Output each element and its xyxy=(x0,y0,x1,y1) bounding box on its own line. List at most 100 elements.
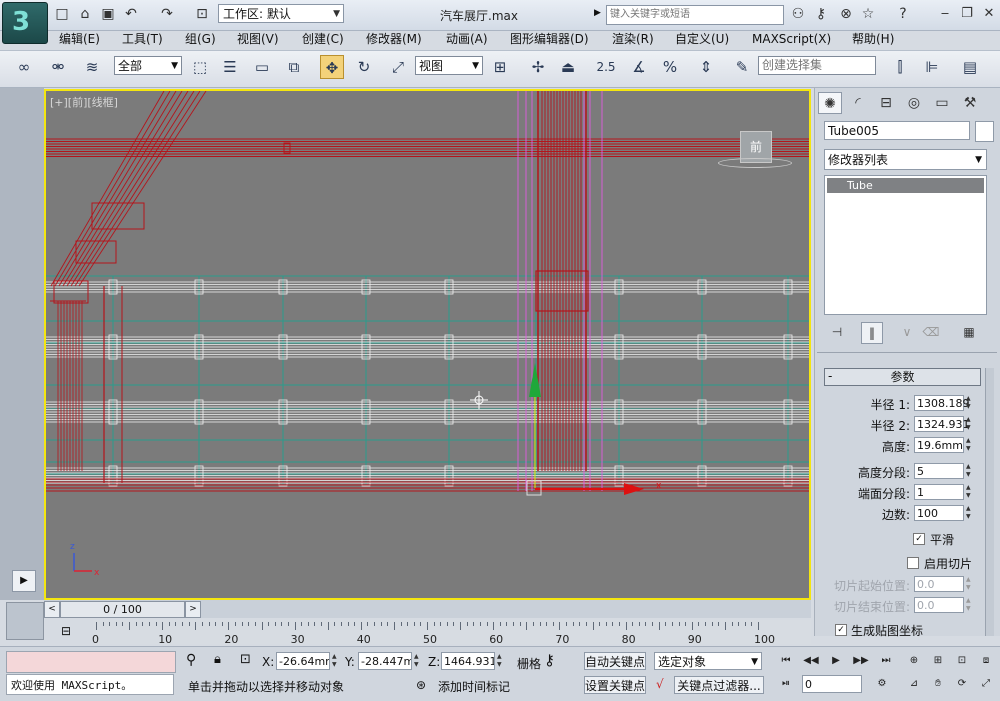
time-next-button[interactable]: > xyxy=(185,601,201,618)
menu-group[interactable]: 组(G) xyxy=(185,30,216,49)
height-spinner[interactable]: ▲ ▼ xyxy=(966,437,974,453)
menu-edit[interactable]: 编辑(E) xyxy=(59,30,100,49)
parameters-rollout[interactable]: - 参数 xyxy=(824,368,981,386)
viewcube-compass[interactable] xyxy=(718,158,792,168)
select-object-icon[interactable]: ⬚ xyxy=(188,55,212,79)
maxscript-mini-listener-button[interactable] xyxy=(6,602,44,640)
height-segments-field[interactable]: 5 xyxy=(914,463,964,479)
help-icon[interactable]: ? xyxy=(893,4,913,24)
absolute-mode-icon[interactable]: ⊡ xyxy=(240,652,251,667)
x-spinner[interactable]: ▲ ▼ xyxy=(332,653,340,669)
viewport-label[interactable]: [+][前][线框] xyxy=(50,94,118,110)
menu-views[interactable]: 视图(V) xyxy=(237,30,279,49)
set-key-button[interactable]: 设置关键点 xyxy=(584,676,646,694)
time-slider-thumb[interactable]: 0 / 100 xyxy=(60,601,185,618)
smooth-checkbox[interactable]: ✓ xyxy=(913,533,925,545)
x-coordinate-field[interactable]: -26.64mm xyxy=(276,652,330,670)
spinner-snap-icon[interactable]: ⇕ xyxy=(694,55,718,79)
selection-filter-dropdown[interactable]: 全部 ▼ xyxy=(114,56,182,75)
maximize-viewport-icon[interactable]: ⤢ xyxy=(976,675,996,693)
goto-start-icon[interactable]: ⏮ xyxy=(776,652,796,670)
minimize-button[interactable]: ‒ xyxy=(934,4,956,24)
menu-customize[interactable]: 自定义(U) xyxy=(675,30,729,49)
select-by-name-icon[interactable]: ☰ xyxy=(218,55,242,79)
add-time-tag-button[interactable]: 添加时间标记 xyxy=(438,678,510,695)
cap-segments-field[interactable]: 1 xyxy=(914,484,964,500)
zoom-icon[interactable]: ⊕ xyxy=(904,652,924,670)
track-bar[interactable]: 0 10 20 30 40 50 60 70 80 90 100 xyxy=(92,620,811,646)
track-bar-filter-icon[interactable]: ⊟ xyxy=(56,622,76,640)
mirror-icon[interactable]: ⫿ xyxy=(888,55,912,79)
auto-key-button[interactable]: 自动关键点 xyxy=(584,652,646,670)
percent-snap-icon[interactable]: % xyxy=(658,55,682,79)
select-and-rotate-icon[interactable]: ↻ xyxy=(352,55,376,79)
next-frame-icon[interactable]: ▶▶ xyxy=(851,652,871,670)
pivot-center-icon[interactable]: ⊞ xyxy=(488,55,512,79)
stack-item-tube[interactable]: Tube xyxy=(827,178,984,193)
radius2-field[interactable]: 1324.931 xyxy=(914,416,970,432)
selected-object-dropdown[interactable]: 选定对象 ▼ xyxy=(654,652,762,670)
show-end-result-icon[interactable]: ‖ xyxy=(861,322,883,344)
menu-tools[interactable]: 工具(T) xyxy=(122,30,163,49)
redo-icon[interactable]: ↷ xyxy=(158,5,176,23)
zoom-extents-icon[interactable]: ⊡ xyxy=(952,652,972,670)
panel-scrollbar[interactable] xyxy=(985,368,994,636)
angle-snap-icon[interactable]: ∡ xyxy=(627,55,651,79)
bind-spacewarp-icon[interactable]: ≋ xyxy=(80,55,104,79)
z-spinner[interactable]: ▲ ▼ xyxy=(497,653,505,669)
slice-on-checkbox[interactable] xyxy=(907,557,919,569)
key-icon[interactable]: ⚷ xyxy=(811,4,831,24)
maxscript-output[interactable]: 欢迎使用 MAXScript。 xyxy=(6,674,174,695)
align-icon[interactable]: ⊫ xyxy=(920,55,944,79)
cap-segments-spinner[interactable]: ▲ ▼ xyxy=(966,484,974,500)
layer-manager-icon[interactable]: ▤ xyxy=(958,55,982,79)
current-frame-field[interactable]: 0 xyxy=(802,675,862,693)
open-file-icon[interactable]: ⌂ xyxy=(76,5,94,23)
new-file-icon[interactable]: □ xyxy=(53,5,71,23)
sides-spinner[interactable]: ▲ ▼ xyxy=(966,505,974,521)
display-tab-icon[interactable]: ▭ xyxy=(930,92,954,114)
zoom-extents-all-icon[interactable]: ⧈ xyxy=(976,652,996,670)
height-segments-spinner[interactable]: ▲ ▼ xyxy=(966,463,974,479)
height-field[interactable]: 19.6mm xyxy=(914,437,964,453)
menu-maxscript[interactable]: MAXScript(X) xyxy=(752,30,831,49)
play-icon[interactable]: ▶ xyxy=(826,652,846,670)
radius2-spinner[interactable]: ▲ ▼ xyxy=(966,416,974,432)
close-button[interactable]: ✕ xyxy=(978,4,1000,24)
object-color-swatch[interactable] xyxy=(975,121,994,142)
select-and-move-icon[interactable]: ✥ xyxy=(320,55,344,79)
front-viewport[interactable]: x z x [+][前][线框] 前 xyxy=(44,89,811,600)
lock-icon[interactable]: 🔒︎ xyxy=(214,652,221,667)
configure-modifier-sets-icon[interactable]: ▦ xyxy=(959,322,979,342)
object-name-field[interactable]: Tube005 xyxy=(824,121,970,140)
favorites-star-icon[interactable]: ☆ xyxy=(858,4,878,24)
time-tag-icon[interactable]: ⊛ xyxy=(416,678,426,692)
key-filters-button[interactable]: 关键点过滤器... xyxy=(674,676,764,694)
maxscript-input[interactable] xyxy=(6,651,176,673)
create-tab-icon[interactable]: ✺ xyxy=(818,92,842,114)
menu-graph-editors[interactable]: 图形编辑器(D) xyxy=(510,30,589,49)
orbit-icon[interactable]: ⟳ xyxy=(952,675,972,693)
sides-field[interactable]: 100 xyxy=(914,505,964,521)
reference-coordinate-dropdown[interactable]: 视图 ▼ xyxy=(415,56,483,75)
field-of-view-icon[interactable]: ⊿ xyxy=(904,675,924,693)
menu-modifiers[interactable]: 修改器(M) xyxy=(366,30,422,49)
edit-named-selection-icon[interactable]: ✎ xyxy=(730,55,754,79)
menu-help[interactable]: 帮助(H) xyxy=(852,30,894,49)
pin-stack-icon[interactable]: ⊣ xyxy=(827,322,847,342)
y-spinner[interactable]: ▲ ▼ xyxy=(414,653,422,669)
save-icon[interactable]: ▣ xyxy=(99,5,117,23)
motion-tab-icon[interactable]: ◎ xyxy=(902,92,926,114)
communication-icon[interactable]: ⊗ xyxy=(836,4,856,24)
gizmo-y-arrow[interactable] xyxy=(529,363,541,397)
key-mode-toggle-icon[interactable]: ⏯ xyxy=(776,675,796,693)
workspace-dropdown[interactable]: 工作区: 默认 ▼ xyxy=(218,4,344,23)
modify-tab-icon[interactable]: ◜ xyxy=(846,92,870,114)
modifier-list-dropdown[interactable]: 修改器列表 ▼ xyxy=(824,149,987,170)
time-config-icon[interactable]: ⚙ xyxy=(872,675,892,693)
manipulate-icon[interactable]: ✢ xyxy=(526,55,550,79)
hierarchy-tab-icon[interactable]: ⊟ xyxy=(874,92,898,114)
expand-track-bar-button[interactable]: ▶ xyxy=(12,570,36,592)
goto-end-icon[interactable]: ⏭ xyxy=(876,652,896,670)
y-coordinate-field[interactable]: -28.447mm xyxy=(358,652,412,670)
